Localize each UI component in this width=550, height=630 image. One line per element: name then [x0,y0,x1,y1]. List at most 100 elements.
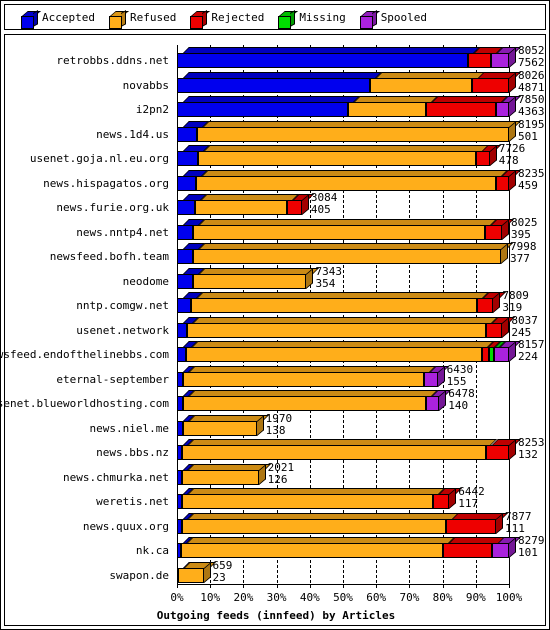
row-value-secondary: 377 [510,252,530,265]
bar-segment-spooled [492,543,509,558]
chart-row: novabbs 8026 4871 [1,69,547,96]
row-label: retrobbs.ddns.net [56,54,169,67]
x-tick-label: 90% [465,591,486,604]
legend-label: Rejected [211,10,265,24]
bar-segment-refused [195,175,496,191]
chart-row: nk.ca 8279 101 [1,534,547,561]
x-tick-label: 0% [170,591,184,604]
x-tick [276,584,278,588]
bar-segment-accepted [177,200,196,215]
bar-segment-spooled [494,347,509,362]
chart-title: Outgoing feeds (innfeed) by Articles [156,609,396,622]
row-value-secondary: 126 [267,472,288,486]
chart-row: news.1d4.us 8195 501 [1,118,547,145]
bar-side-face [449,488,457,509]
bar-segment-refused [183,371,425,387]
x-tick [343,584,344,588]
row-label: news.furie.org.uk [56,201,169,214]
x-tick [177,584,178,588]
bar-segment-accepted [177,151,198,166]
bar-segment-spooled [424,371,438,387]
row-label: newsfeed.bofh.team [49,250,169,263]
row-value-secondary: 478 [498,154,519,167]
row-label: i2pn2 [135,103,169,116]
cube-icon [359,10,380,29]
cube-icon [278,10,299,29]
bar-side-face [493,292,501,313]
row-label: usenet.goja.nl.eu.org [29,152,169,165]
chart-row: i2pn2 7850 4363 [1,93,547,120]
chart-row: news.furie.org.uk 3084 405 [1,191,547,218]
x-tick [409,584,411,588]
row-value-secondary: 224 [518,350,538,363]
bar-segment-rejected [485,322,503,338]
x-tick [509,584,510,588]
bar-segment-rejected [482,347,490,362]
chart-row: usenet.network 8037 245 [1,314,547,341]
bar-segment-refused [192,249,502,264]
chart-row: usenet.blueworldhosting.com 6478 140 [0,387,547,414]
chart-row: retrobbs.ddns.net 8052 7562 [1,44,547,71]
x-tick [475,584,477,588]
bar-segment-rejected [426,102,496,117]
chart-row: nntp.comgw.net 7809 319 [1,289,547,316]
row-value-secondary: 155 [446,374,467,388]
x-tick-label: 80% [432,591,453,604]
x-tick [376,584,378,588]
row-value-secondary: 117 [458,497,479,510]
chart-row: news.hispagatos.org 8235 459 [1,167,547,194]
row-label: usenet.blueworldhosting.com [0,397,169,410]
cube-icon [190,10,211,29]
row-value-secondary: 245 [511,325,532,339]
x-tick-label: 40% [299,591,320,604]
bar-segment-rejected [485,445,509,460]
x-tick-label: 100% [495,591,523,604]
chart-row: newsfeed.endofthelinebbs.com 8157 224 [0,338,547,365]
bar-segment-accepted [177,175,196,191]
bar-segment-rejected [442,543,493,558]
legend-label: Refused [129,10,177,24]
chart-page: Accepted Refused Rejected Missing Spooled re… [0,0,550,630]
x-tick-label: 20% [233,591,254,604]
bar-segment-accepted [177,298,191,313]
bar-segment-spooled [490,53,509,68]
x-tick-label: 10% [200,591,221,604]
bar-segment-rejected [432,494,450,509]
row-value-secondary: 4363 [518,105,545,118]
row-label: eternal-september [56,372,169,386]
cube-icon [108,10,129,29]
bar-segment-refused [181,494,433,509]
bar-segment-accepted [177,249,193,264]
bar-segment-refused [181,518,447,534]
row-label: news.niel.me [89,421,169,435]
row-label: nntp.comgw.net [76,299,169,312]
row-label: usenet.network [76,323,169,337]
row-value-secondary: 501 [518,129,538,143]
chart-row: weretis.net 6442 117 [1,485,547,512]
chart-row: news.chmurka.net 2021 126 [1,461,547,488]
row-label: newsfeed.endofthelinebbs.com [0,348,169,361]
row-label: neodome [122,274,169,288]
row-value-secondary: 132 [518,448,538,461]
chart-row: news.niel.me 1970 138 [1,412,547,439]
row-value-secondary: 7562 [518,56,545,69]
bar-segment-refused [190,298,477,313]
bar-segment-accepted [177,224,194,240]
row-label: swapon.de [109,568,169,582]
bar-segment-refused [182,445,486,460]
legend-item-missing: Missing [278,9,346,29]
chart-row: news.bbs.nz 8253 132 [1,436,547,463]
row-label: news.chmurka.net [63,470,169,484]
bar-segment-accepted [177,102,348,117]
row-value-secondary: 111 [505,521,525,535]
bar-segment-refused [177,567,204,583]
bar-segment-refused [192,273,307,289]
x-tick-label: 60% [366,591,387,604]
bar-segment-refused [197,126,509,142]
bar-segment-refused [180,543,443,558]
bar-segment-refused [193,224,486,240]
bar-segment-accepted [177,77,370,93]
bar-segment-refused [182,396,426,411]
bar-segment-accepted [177,273,193,289]
chart-row: eternal-september 6430 155 [1,363,547,390]
